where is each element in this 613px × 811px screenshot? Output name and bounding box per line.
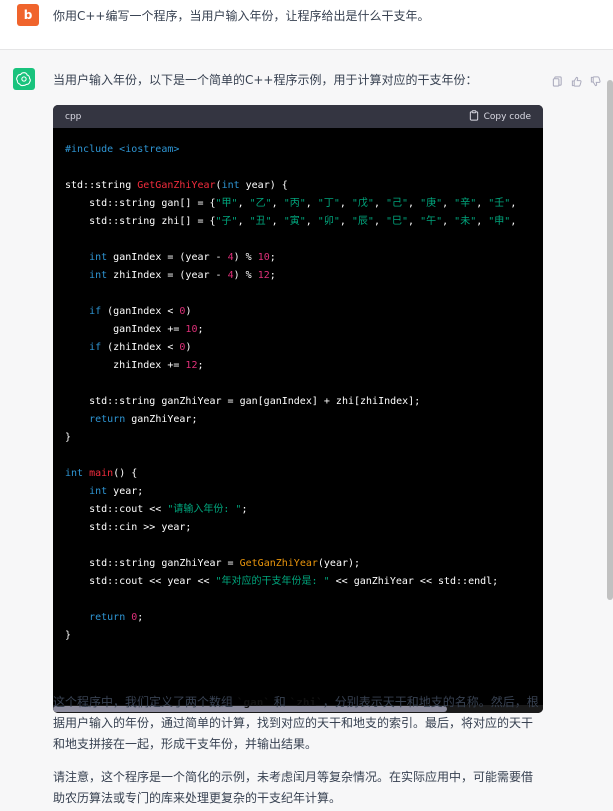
code-line: int main() {	[65, 468, 138, 479]
code-line: int ganIndex = (year - 4) % 10;	[89, 252, 276, 263]
clipboard-icon	[469, 109, 479, 124]
assistant-intro-text: 当用户输入年份，以下是一个简单的C++程序示例，用于计算对应的干支年份：	[53, 73, 478, 87]
code-line: return 0;	[89, 612, 144, 623]
copy-code-label: Copy code	[483, 111, 531, 122]
inline-code-gan: `gan`	[236, 696, 270, 709]
user-message-row: b 你用C++编写一个程序，当用户输入年份，让程序给出是什么干支年。	[0, 0, 613, 50]
code-line: int zhiIndex = (year - 4) % 12;	[89, 270, 276, 281]
code-line: if (zhiIndex < 0)	[89, 342, 192, 353]
code-line: std::string ganZhiYear = gan[ganIndex] +…	[65, 396, 421, 407]
page-scrollbar[interactable]	[607, 80, 613, 600]
code-line: }	[65, 630, 72, 641]
code-line: std::cout << year << "年对应的干支年份是: " << ga…	[65, 576, 499, 587]
code-block-header: cpp Copy code	[53, 105, 543, 128]
code-line: std::string GetGanZhiYear(int year) {	[65, 180, 288, 191]
code-block: cpp Copy code #include <iostream> std::s…	[53, 105, 543, 713]
copy-code-button[interactable]: Copy code	[469, 109, 531, 124]
code-line: std::string ganZhiYear = GetGanZhiYear(y…	[65, 558, 361, 569]
code-line: int year;	[89, 486, 144, 497]
code-line: std::string zhi[] = {"子", "丑", "寅", "卯",…	[65, 216, 517, 227]
code-content: #include <iostream> std::string GetGanZh…	[53, 128, 543, 676]
paragraph-text: 和	[269, 695, 290, 709]
code-language-label: cpp	[65, 111, 82, 122]
code-line: return ganZhiYear;	[89, 414, 198, 425]
copy-response-icon[interactable]	[552, 72, 563, 87]
inline-code-zhi: `zhi`	[289, 696, 323, 709]
code-line: zhiIndex += 12;	[65, 360, 204, 371]
user-avatar: b	[17, 4, 39, 26]
openai-logo-icon	[13, 68, 35, 90]
paragraph-text: 这个程序中，我们定义了两个数组	[53, 695, 237, 709]
code-line: std::cout << "请输入年份: ";	[65, 504, 248, 515]
user-message-text: 你用C++编写一个程序，当用户输入年份，让程序给出是什么干支年。	[53, 9, 430, 23]
thumbs-up-icon[interactable]	[571, 72, 582, 87]
code-line: }	[65, 432, 72, 443]
code-line: std::string gan[] = {"甲", "乙", "丙", "丁",…	[65, 198, 517, 209]
code-line: if (ganIndex < 0)	[89, 306, 192, 317]
code-line: #include <iostream>	[65, 144, 180, 155]
assistant-message-row: 当用户输入年份，以下是一个简单的C++程序示例，用于计算对应的干支年份： cpp…	[0, 50, 613, 811]
code-line: std::cin >> year;	[65, 522, 192, 533]
code-line: ganIndex += 10;	[65, 324, 204, 335]
feedback-buttons	[552, 72, 601, 87]
explanation-paragraph: 这个程序中，我们定义了两个数组 `gan` 和 `zhi`，分别表示天干和地支的…	[53, 692, 543, 755]
note-paragraph: 请注意，这个程序是一个简化的示例，未考虑闰月等复杂情况。在实际应用中，可能需要借…	[53, 770, 534, 805]
thumbs-down-icon[interactable]	[590, 72, 601, 87]
